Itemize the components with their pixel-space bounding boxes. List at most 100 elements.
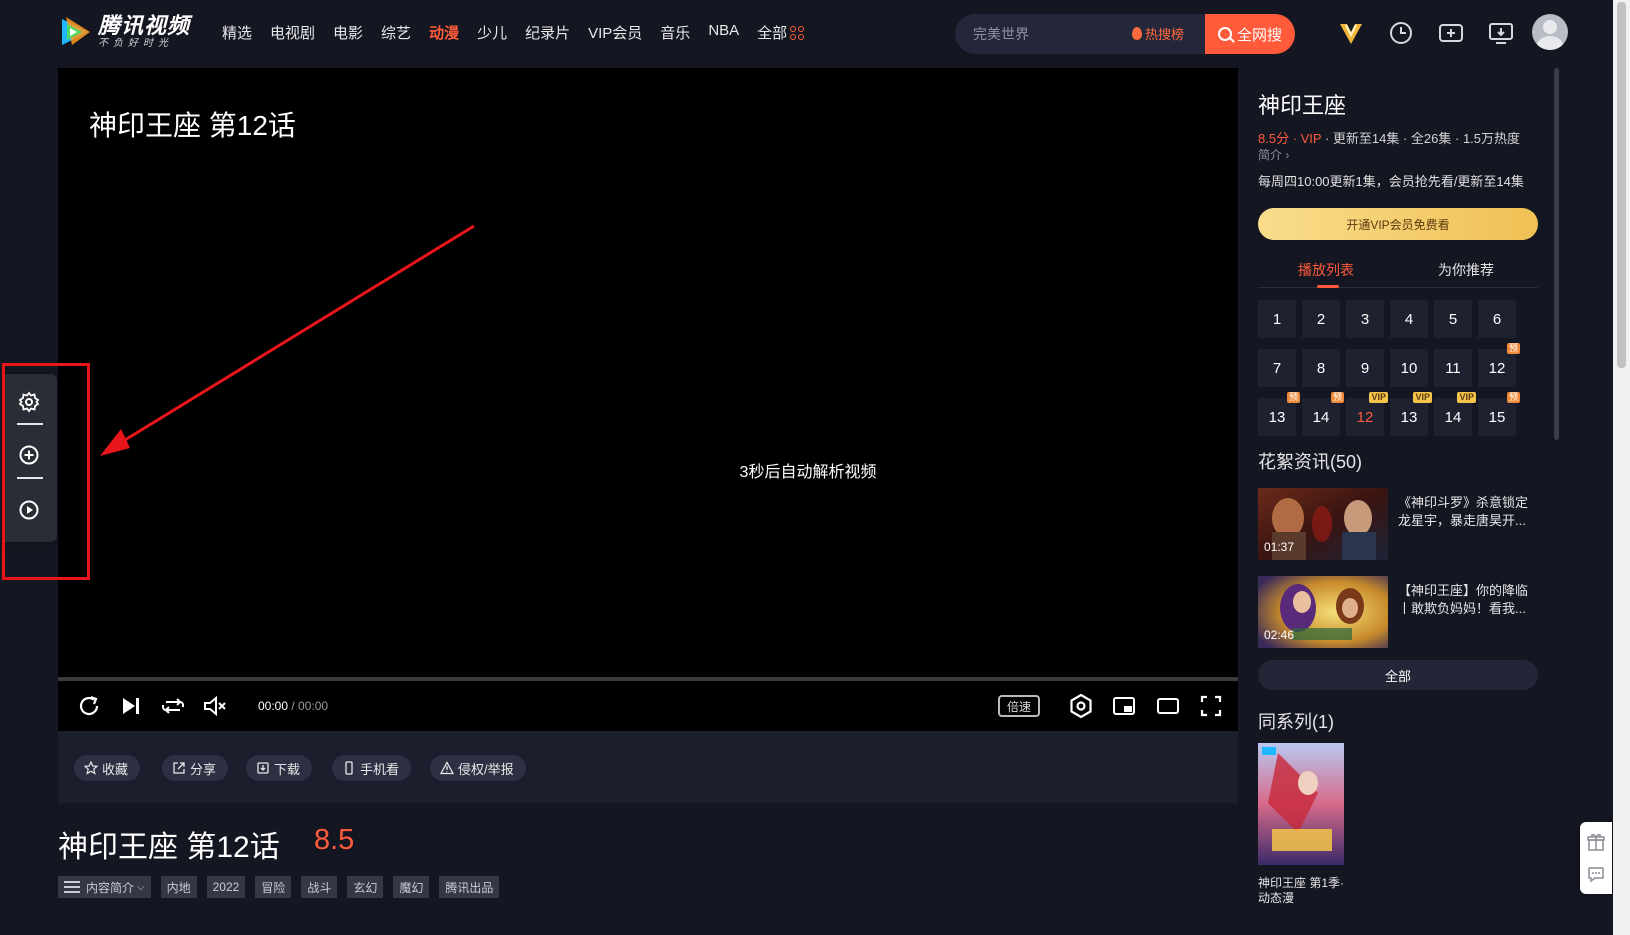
nav-item-all[interactable]: 全部 [757,22,806,43]
episode-button[interactable]: 10 [1390,349,1428,387]
chevron-right-icon: › [1285,148,1290,162]
show-vip: VIP [1300,131,1322,146]
episode-button[interactable]: 4 [1390,300,1428,338]
episode-button[interactable]: 13 预 [1258,392,1300,436]
download-button[interactable]: 下载 [246,755,313,781]
upload-video-icon[interactable] [1438,20,1464,46]
open-vip-button[interactable]: 开通VIP会员免费看 [1258,208,1538,240]
preview-badge: 预 [1506,392,1520,403]
nav-all-label: 全部 [757,25,788,42]
theater-mode-icon[interactable] [1155,693,1181,719]
clip-item[interactable]: 01:37 《神印斗罗》杀意锁定龙星宇，暴走唐昊开... [1258,488,1548,560]
tag-item[interactable]: 冒险 [255,876,292,898]
episode-score: 8.5 [314,824,355,856]
episode-button[interactable]: 11 [1434,349,1472,387]
tab-playlist[interactable]: 播放列表 [1298,260,1354,280]
tab-recommend[interactable]: 为你推荐 [1438,260,1494,280]
episode-button[interactable]: 8 [1302,349,1340,387]
video-player[interactable]: 神印王座 第12话 3秒后自动解析视频 00:00 / 00:00 倍速 [58,68,1238,731]
download-icon [257,762,269,774]
loop-icon[interactable] [160,693,186,719]
vip-badge: VIP [1457,392,1476,403]
tab-active-indicator [1317,285,1339,288]
show-meta-rest: · 更新至14集 · 全26集 · 1.5万热度 [1321,131,1521,146]
chevron-down-icon: ⌵ [137,881,145,893]
tag-item[interactable]: 2022 [206,876,246,898]
episode-button[interactable]: 9 [1346,349,1384,387]
intro-label: 内容简介 [86,880,135,895]
nav-item[interactable]: 动漫 [429,22,459,43]
search-button-label: 全网搜 [1236,26,1282,44]
window-scrollbar[interactable] [1613,0,1630,935]
nav-item[interactable]: 电影 [333,22,363,43]
time-current: 00:00 [258,699,289,713]
favorite-button[interactable]: 收藏 [74,755,141,781]
watch-on-phone-button[interactable]: 手机看 [332,755,412,781]
episode-button[interactable]: 14 预 [1302,392,1344,436]
episode-button[interactable]: 15 预 [1478,392,1520,436]
warning-icon [440,761,454,775]
episode-button[interactable]: 13 VIP [1390,392,1432,436]
gear-icon[interactable] [18,391,40,413]
settings-gear-icon[interactable] [1068,693,1094,719]
picture-in-picture-icon[interactable] [1111,693,1137,719]
nav-item[interactable]: 纪录片 [525,22,570,43]
episode-number: 3 [1360,310,1370,328]
report-button[interactable]: 侵权/举报 [430,755,526,781]
series-name: 神印王座 第1季·动态漫 [1258,876,1345,905]
clip-item[interactable]: 02:46 【神印王座】你的降临丨敢欺负妈妈！看我... [1258,576,1548,648]
fullscreen-icon[interactable] [1198,693,1224,719]
episode-number: 10 [1400,359,1418,377]
share-button[interactable]: 分享 [162,755,229,781]
episode-number: 14 [1312,408,1330,426]
play-circle-icon[interactable] [18,499,40,521]
favorite-label: 收藏 [102,761,129,777]
gift-icon[interactable] [1586,832,1606,852]
logo-title: 腾讯视频 [98,13,191,38]
tag-item[interactable]: 玄幻 [347,876,384,898]
episode-button[interactable]: 6 [1478,300,1516,338]
feedback-icon[interactable] [1586,864,1606,884]
tencent-video-logo[interactable]: 腾讯视频 不负好时光 [58,14,190,50]
add-circle-icon[interactable] [18,444,40,466]
speed-button[interactable]: 倍速 [998,695,1040,717]
tag-item[interactable]: 腾讯出品 [439,876,500,898]
show-title: 神印王座 [1258,93,1347,118]
search-button[interactable]: 全网搜 [1205,14,1295,54]
mute-icon[interactable] [202,693,228,719]
nav-item[interactable]: NBA [708,22,739,43]
episode-button[interactable]: 14 VIP [1434,392,1476,436]
episode-button[interactable]: 12 预 [1478,343,1520,387]
nav-item[interactable]: VIP会员 [588,22,642,43]
nav-item[interactable]: 音乐 [660,22,690,43]
episode-button[interactable]: 12 VIP [1346,392,1388,436]
next-episode-icon[interactable] [118,693,144,719]
episode-button[interactable]: 7 [1258,349,1296,387]
client-download-icon[interactable] [1488,20,1514,46]
nav-item[interactable]: 精选 [222,22,252,43]
search-input[interactable] [973,14,1133,54]
episode-button[interactable]: 5 [1434,300,1472,338]
replay-icon[interactable] [76,693,102,719]
all-clips-button[interactable]: 全部 [1258,660,1538,690]
intro-link[interactable]: 简介 › [1258,146,1289,163]
nav-item[interactable]: 少儿 [477,22,507,43]
scrollbar-thumb[interactable] [1617,2,1626,368]
tag-item[interactable]: 战斗 [301,876,338,898]
episode-button[interactable]: 1 [1258,300,1296,338]
tag-item[interactable]: 魔幻 [393,876,430,898]
vip-crown-icon[interactable] [1338,20,1364,46]
toolbar-divider [17,477,43,479]
intro-dropdown[interactable]: 内容简介 ⌵ [58,876,151,898]
nav-item[interactable]: 电视剧 [270,22,315,43]
history-clock-icon[interactable] [1388,20,1414,46]
series-cover[interactable] [1258,743,1344,865]
user-avatar[interactable] [1532,14,1568,50]
episode-button[interactable]: 3 [1346,300,1384,338]
episode-button[interactable]: 2 [1302,300,1340,338]
tag-item[interactable]: 内地 [160,876,197,898]
nav-item[interactable]: 综艺 [381,22,411,43]
tag-list: 内容简介 ⌵ 内地 2022 冒险 战斗 玄幻 魔幻 腾讯出品 [58,876,509,898]
hot-search-link[interactable]: 热搜榜 [1132,24,1184,43]
panel-scrollbar[interactable] [1554,68,1559,440]
